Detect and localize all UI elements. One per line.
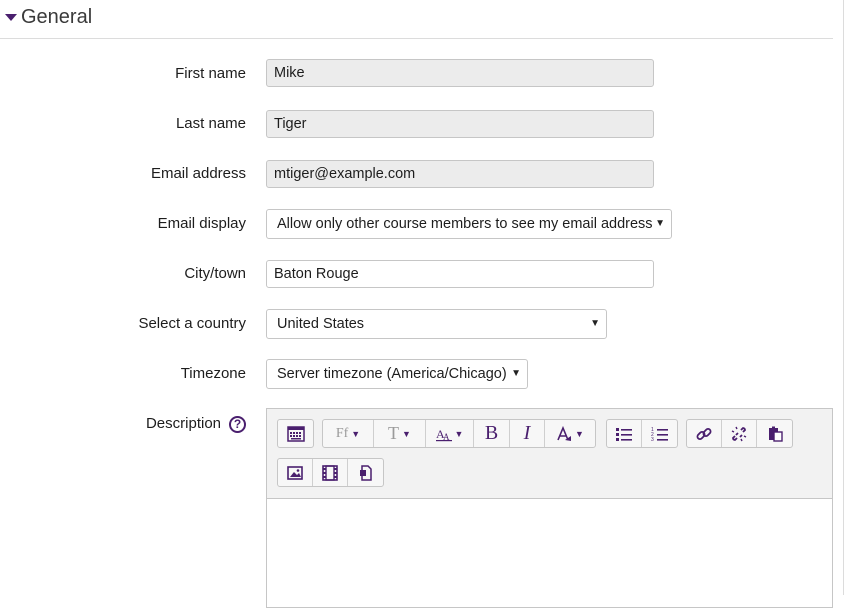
keyboard-icon (286, 425, 305, 442)
text-color-dropdown-icon: ▼ (575, 428, 584, 439)
unlink-icon (731, 426, 747, 441)
city-label: City/town (184, 265, 246, 282)
toolbar-group-collapse (277, 419, 314, 448)
email-display-value: Allow only other course members to see m… (277, 216, 653, 232)
font-family-button[interactable]: Ff ▼ (323, 420, 374, 447)
editor-content-area[interactable] (267, 499, 832, 607)
film-icon (322, 464, 338, 481)
unlink-button[interactable] (722, 420, 757, 447)
unordered-list-button[interactable] (607, 420, 642, 447)
toolbar-group-style: Ff ▼ T ▼ A A ▼ B I ▼ (322, 419, 596, 448)
city-value: Baton Rouge (274, 266, 359, 282)
paste-button[interactable] (757, 420, 792, 447)
font-size-dropdown-icon: ▼ (402, 428, 411, 439)
styles-button[interactable]: A A ▼ (426, 420, 474, 447)
text-color-button[interactable]: ▼ (545, 420, 595, 447)
email-label: Email address (150, 165, 246, 182)
image-icon (287, 465, 303, 480)
font-size-label: T (388, 423, 400, 443)
email-display-select[interactable]: Allow only other course members to see m… (266, 209, 672, 239)
first-name-label: First name (175, 65, 246, 82)
last-name-field[interactable]: Tiger (266, 110, 654, 138)
description-label: Description (145, 415, 221, 432)
toolbar-group-media (277, 458, 384, 487)
italic-icon: I (523, 422, 531, 444)
styles-icon: AA (435, 427, 452, 442)
email-field[interactable]: mtiger@example.com (266, 160, 654, 188)
ordered-list-button[interactable]: 123 (642, 420, 677, 447)
link-icon (696, 427, 712, 440)
font-family-dropdown-icon: ▼ (351, 428, 361, 439)
timezone-label: Timezone (180, 365, 246, 382)
country-select[interactable]: United States ▼ (266, 309, 607, 339)
styles-dropdown-icon: ▼ (454, 428, 464, 439)
insert-image-button[interactable] (278, 459, 313, 486)
email-display-dropdown-icon: ▼ (655, 218, 665, 229)
country-label: Select a country (138, 315, 246, 332)
bold-button[interactable]: B (474, 420, 510, 447)
timezone-dropdown-icon: ▼ (511, 368, 521, 379)
insert-media-button[interactable] (313, 459, 348, 486)
clipboard-icon (768, 426, 783, 442)
country-dropdown-icon: ▼ (590, 318, 600, 329)
font-size-button[interactable]: T ▼ (374, 420, 426, 447)
bullet-list-icon (616, 427, 632, 441)
editor-toolbar: Ff ▼ T ▼ A A ▼ B I ▼ 123 (267, 409, 832, 499)
section-title: General (21, 6, 93, 28)
toolbar-group-lists: 123 (606, 419, 678, 448)
first-name-value: Mike (274, 65, 305, 81)
last-name-value: Tiger (274, 116, 307, 132)
manage-files-button[interactable] (348, 459, 383, 486)
country-value: United States (277, 316, 365, 332)
text-color-icon (557, 425, 572, 441)
toolbar-group-links (686, 419, 793, 448)
last-name-label: Last name (175, 115, 246, 132)
section-header-general[interactable]: General (0, 0, 833, 39)
description-editor[interactable]: Ff ▼ T ▼ A A ▼ B I ▼ 123 (266, 408, 833, 608)
help-icon[interactable]: ? (229, 416, 246, 433)
bold-icon: B (484, 422, 499, 444)
insert-link-button[interactable] (687, 420, 722, 447)
city-input[interactable]: Baton Rouge (266, 260, 654, 288)
italic-button[interactable]: I (510, 420, 545, 447)
show-more-buttons-button[interactable] (278, 420, 313, 447)
email-value: mtiger@example.com (274, 166, 416, 182)
svg-text:3: 3 (651, 437, 654, 442)
font-family-label: Ff (335, 425, 349, 441)
collapse-caret-icon[interactable] (5, 14, 17, 21)
file-manager-icon (359, 464, 372, 481)
email-display-label: Email display (157, 215, 246, 232)
first-name-field[interactable]: Mike (266, 59, 654, 87)
page-right-border (843, 0, 844, 595)
numbered-list-icon: 123 (651, 427, 668, 442)
timezone-value: Server timezone (America/Chicago) (277, 366, 507, 382)
timezone-select[interactable]: Server timezone (America/Chicago) ▼ (266, 359, 528, 389)
